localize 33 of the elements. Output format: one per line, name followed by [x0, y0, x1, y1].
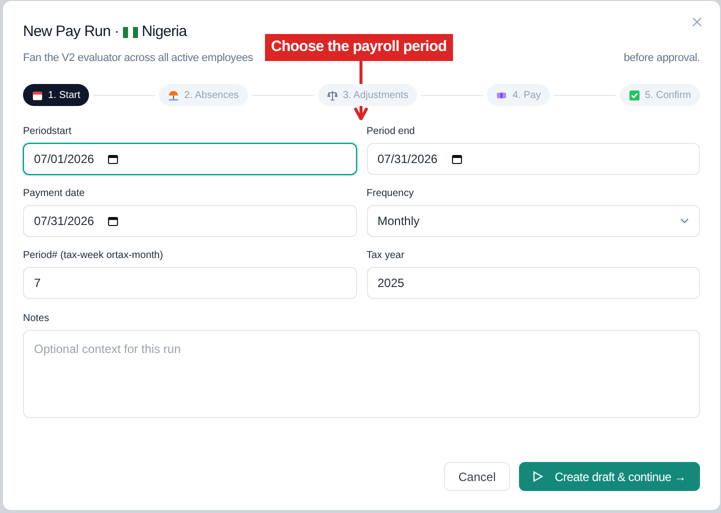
subtitle-text: Fan the V2 evaluator across all active employees — [23, 50, 254, 66]
check-icon — [628, 90, 640, 100]
date-field[interactable]: 07/31/2026 — [366, 143, 700, 175]
date-field[interactable]: 07/31/2026 — [23, 205, 356, 237]
field-label: Tax year — [366, 249, 406, 263]
calendar-icon — [32, 90, 43, 100]
callout-label: Choose the payroll period — [265, 34, 453, 60]
field-label: Period# (tax-week ortax-month) — [23, 249, 164, 263]
subtitle-text: before approval. — [624, 50, 700, 66]
calendar-icon — [108, 154, 118, 164]
field-label: Notes — [23, 312, 50, 326]
chevron-down-icon — [680, 218, 689, 224]
country-name: Nigeria — [142, 22, 187, 42]
step-tab[interactable]: 1. Start — [23, 84, 90, 106]
field-label: Period end — [366, 125, 416, 139]
umbrella-icon — [168, 90, 180, 100]
notes-field[interactable]: Optional context for this run — [23, 330, 700, 418]
date-field[interactable]: 07/01/2026 — [23, 143, 356, 175]
field-label: Periodstart — [23, 125, 72, 139]
scales-icon — [326, 90, 338, 100]
close-icon[interactable] — [690, 15, 704, 29]
dialog-title: New Pay Run · — [23, 22, 120, 42]
flag-icon — [122, 26, 138, 38]
calendar-icon — [452, 154, 462, 164]
calendar-icon — [108, 216, 118, 226]
input-field[interactable]: 2025 — [366, 267, 700, 299]
field-label: Payment date — [23, 187, 86, 201]
select-field[interactable]: Monthly — [366, 205, 700, 237]
play-icon — [532, 471, 543, 482]
create-draft-button[interactable]: Create draft & continue → — [518, 462, 700, 491]
input-field[interactable]: 7 — [23, 267, 356, 299]
field-label: Frequency — [366, 187, 415, 201]
cancel-button[interactable]: Cancel — [444, 462, 510, 491]
